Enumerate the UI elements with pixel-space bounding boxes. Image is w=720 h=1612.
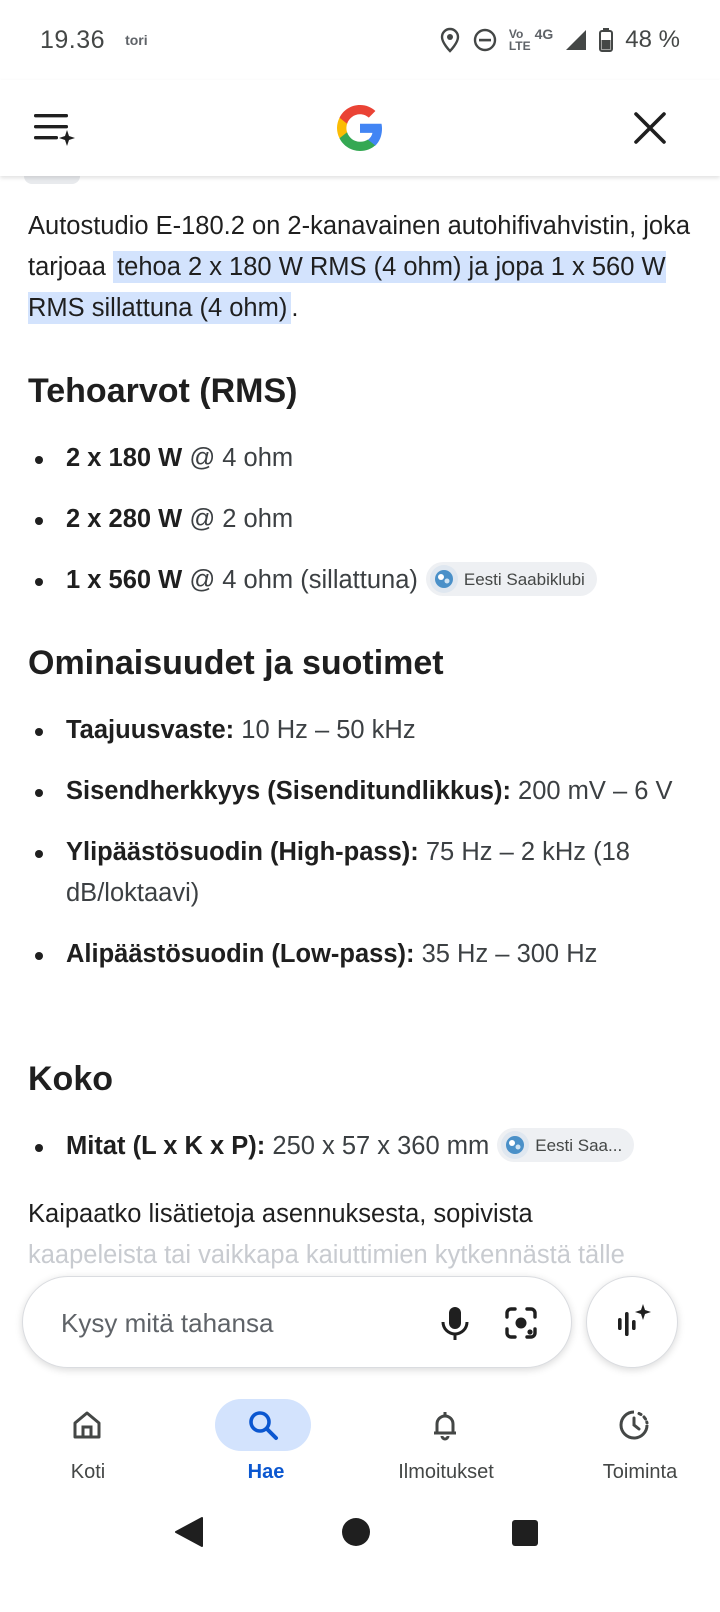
list-item: Taajuusvaste: 10 Hz – 50 kHz [28,710,692,751]
network-type: Vo LTE [509,28,531,52]
item-label: Alipäästösuodin (Low-pass): [66,940,415,968]
nav-item-search[interactable]: Hae [180,1391,360,1496]
item-label: Taajuusvaste: [66,716,235,744]
status-time: 19.36 [40,25,106,54]
item-value: @ 4 ohm [182,444,294,472]
ask-input[interactable] [61,1303,381,1343]
battery-level: 48 % [625,26,680,53]
home-icon [73,1411,101,1439]
list-item: Ylipäästösuodin (High-pass): 75 Hz – 2 k… [28,832,692,914]
recents-icon[interactable] [504,1512,544,1557]
nav-pill [586,1399,682,1451]
status-bar: 19.36 tori Vo LTE 4G 48 % [0,0,720,80]
nav-label: Hae [247,1461,285,1483]
location-icon [439,27,461,53]
google-g-logo[interactable] [332,100,388,156]
nav-label: Ilmoitukset [398,1461,494,1483]
size-list: Mitat (L x K x P): 250 x 57 x 360 mm Eest… [28,1126,692,1167]
microphone-icon[interactable] [433,1301,477,1345]
partial-source-chip [24,176,80,184]
list-item: Alipäästösuodin (Low-pass): 35 Hz – 300 … [28,934,692,975]
signal-icon [565,29,587,51]
item-value: @ 2 ohm [182,505,294,533]
menu-sparkle-icon[interactable] [32,108,76,148]
item-value: 35 Hz – 300 Hz [414,940,598,968]
nav-item-activity[interactable]: Toiminta [540,1391,720,1496]
network-gen-label: 4G [534,26,554,42]
live-voice-icon[interactable] [586,1276,678,1368]
item-value: 200 mV – 6 V [510,777,673,805]
power-list: 2 x 180 W @ 4 ohm 2 x 280 W @ 2 ohm 1 x … [28,438,692,601]
close-icon[interactable] [630,108,670,148]
list-item: 2 x 280 W @ 2 ohm [28,499,692,540]
list-item: Mitat (L x K x P): 250 x 57 x 360 mm Eest… [28,1126,692,1167]
item-value: @ 4 ohm (sillattuna) [182,566,418,594]
nav-label: Koti [70,1461,106,1483]
item-label: Ylipäästösuodin (High-pass): [66,838,419,866]
activity-icon [619,1410,649,1440]
intro-end: . [291,294,299,322]
nav-pill [39,1399,135,1451]
source-favicon-icon [429,565,458,594]
bell-icon [434,1412,456,1441]
source-chip[interactable]: Eesti Saa... [497,1128,635,1163]
item-label: 1 x 560 W [66,566,183,594]
nav-item-home[interactable]: Koti [0,1391,180,1496]
section-heading-features: Ominaisuudet ja suotimet [28,644,444,682]
google-lens-icon[interactable] [499,1301,543,1345]
list-item: Sisendherkkyys (Sisenditundlikkus): 200 … [28,771,692,812]
source-chip[interactable]: Eesti Saabiklubi [425,562,597,597]
section-heading-power: Tehoarvot (RMS) [28,372,298,410]
back-icon[interactable] [168,1512,208,1557]
section-heading-size: Koko [28,1060,113,1098]
system-navigation [0,1496,720,1612]
outro-line-1: Kaipaatko lisätietoja asennuksesta, sopi… [28,1200,533,1228]
item-label: Sisendherkkyys (Sisenditundlikkus): [66,777,511,805]
outro-line-2: kaapeleista tai vaikkapa kaiuttimien kyt… [28,1241,625,1269]
answer-intro: Autostudio E-180.2 on 2-kanavainen autoh… [28,206,692,329]
list-item: 1 x 560 W @ 4 ohm (sillattuna) Eesti Saab… [28,560,692,601]
top-app-bar [0,80,720,176]
answer-outro: Kaipaatko lisätietoja asennuksesta, sopi… [28,1194,692,1276]
source-name: Eesti Saa... [535,1135,623,1155]
features-list: Taajuusvaste: 10 Hz – 50 kHz Sisendherkk… [28,710,692,975]
item-label: 2 x 280 W [66,505,183,533]
nav-item-notifications[interactable]: Ilmoitukset [360,1391,540,1496]
nav-label: Toiminta [602,1461,678,1483]
item-label: Mitat (L x K x P): [66,1132,266,1160]
answer-content: Autostudio E-180.2 on 2-kanavainen autoh… [0,176,720,1311]
status-icons: Vo LTE 4G 48 % [439,26,680,54]
item-value: 250 x 57 x 360 mm [265,1132,490,1160]
search-icon [249,1411,278,1440]
home-circle-icon[interactable] [336,1512,376,1557]
nav-pill [397,1399,493,1451]
ask-bar [0,1276,720,1391]
bottom-navigation: Koti Hae Ilmoitukset Toiminta [0,1391,720,1496]
list-item: 2 x 180 W @ 4 ohm [28,438,692,479]
carrier-label: tori [125,32,148,48]
source-favicon-icon [501,1131,530,1160]
nav-pill [215,1399,311,1451]
intro-highlight[interactable]: tehoa 2 x 180 W RMS (4 ohm) ja jopa 1 x … [28,251,666,324]
item-value: 10 Hz – 50 kHz [234,716,416,744]
do-not-disturb-icon [473,28,497,52]
ask-box[interactable] [22,1276,572,1368]
item-label: 2 x 180 W [66,444,183,472]
lte-label: LTE [508,39,531,53]
battery-icon [599,28,614,52]
source-name: Eesti Saabiklubi [463,569,585,589]
